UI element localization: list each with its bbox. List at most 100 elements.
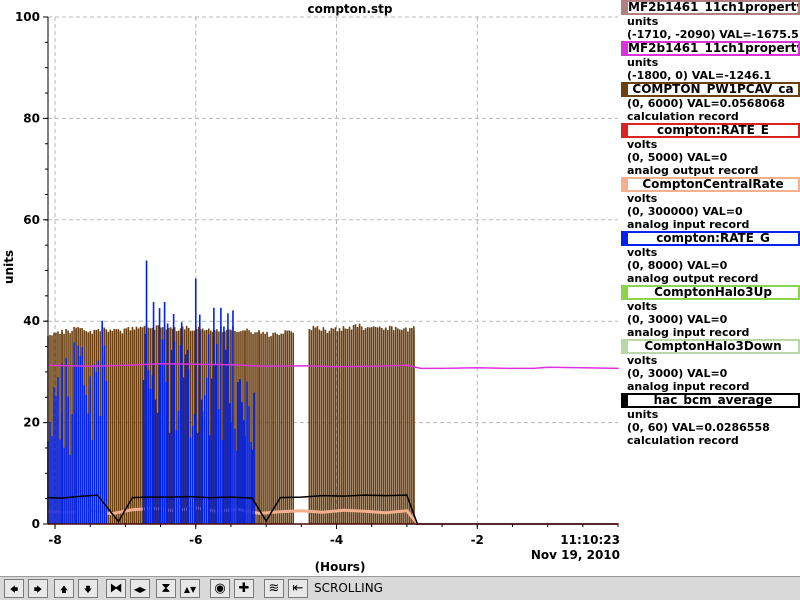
series-point	[230, 496, 232, 498]
legend-desc: analog input record	[627, 380, 750, 393]
legend-range: (-1800, 0) VAL=-1246.1	[627, 69, 772, 82]
series-point	[546, 366, 549, 369]
legend-unit: units	[627, 408, 659, 421]
series-point	[230, 364, 232, 366]
back-icon: ⇤	[292, 581, 304, 596]
series-point	[300, 365, 303, 367]
autoscale-icon: ≋	[268, 581, 280, 596]
zoom-in-horizontal-button[interactable]: ⧓	[106, 579, 126, 598]
series-point	[89, 365, 92, 368]
legend-name: MF2b1461_11ch1property.E	[621, 41, 800, 56]
series-point	[209, 496, 211, 499]
series-layer	[47, 260, 619, 525]
series-point	[131, 509, 134, 511]
legend-item[interactable]: COMPTON_PW1PCAV_ca (0, 6000) VAL=0.056806…	[621, 82, 800, 123]
legend-item[interactable]: MF2b1461_11ch1property.F units (-1710, -20…	[621, 0, 800, 41]
series-point	[384, 494, 387, 497]
legend-item[interactable]: MF2b1461_11ch1property.E units (-1800, 0) …	[621, 41, 800, 82]
pan-down-button[interactable]: 🡇	[78, 579, 98, 598]
x-tick-label: -6	[189, 533, 202, 547]
series-point	[279, 496, 282, 499]
x-axis-label: (Hours)	[314, 560, 366, 574]
zoom-out-horizontal-button[interactable]: ◀▶	[130, 579, 150, 598]
legend-range: (0, 8000) VAL=0	[627, 259, 728, 272]
legend-item[interactable]: ComptonHalo3Down volts (0, 3000) VAL=0 anal…	[621, 339, 800, 393]
legend-name: compton:RATE_E	[621, 123, 800, 138]
legend-unit: volts	[627, 246, 658, 259]
scroll-status: SCROLLING	[314, 581, 383, 595]
legend-unit: units	[627, 56, 659, 69]
series-point	[187, 495, 190, 498]
legend-item[interactable]: ComptonCentralRate volts (0, 300000) VAL=0…	[621, 177, 800, 231]
toolbar: 🡄 🡆 🡅 🡇 ⧓ ◀▶ ⧗ ▲▼ ◉ ✚ ≋ ⇤ SCROLLING	[0, 576, 800, 600]
series-point	[258, 512, 260, 515]
legend: MF2b1461_11ch1property.F units (-1710, -20…	[621, 0, 800, 447]
legend-name: COMPTON_PW1PCAV_ca	[621, 82, 800, 97]
zoom-in-vertical-button[interactable]: ⧗	[156, 579, 176, 598]
legend-item[interactable]: hac_bcm_average units (0, 60) VAL=0.028655…	[621, 393, 800, 447]
legend-item[interactable]: ComptonHalo3Up volts (0, 3000) VAL=0 analog…	[621, 285, 800, 339]
zoom-out-vertical-button[interactable]: ▲▼	[180, 579, 200, 598]
y-tick-label: 0	[32, 517, 40, 531]
legend-item[interactable]: compton:RATE_E volts (0, 5000) VAL=0 analog…	[621, 123, 800, 177]
series-point	[131, 496, 134, 499]
series-point	[441, 367, 443, 370]
series-point	[96, 494, 99, 496]
autoscale-button[interactable]: ≋	[264, 579, 284, 598]
legend-desc: analog output record	[627, 164, 759, 177]
series-point	[265, 365, 267, 368]
series-point	[61, 497, 63, 499]
series-point	[159, 362, 162, 365]
timestamp-time: 11:10:23	[560, 533, 620, 547]
pan-up-icon: 🡅	[59, 585, 69, 594]
legend-unit: volts	[627, 354, 658, 367]
zoom-out-horizontal-icon: ◀▶	[133, 585, 147, 594]
series-point	[300, 510, 303, 512]
series-point	[265, 520, 267, 522]
legend-item[interactable]: compton:RATE_G volts (0, 8000) VAL=0 analog…	[621, 231, 800, 285]
back-button[interactable]: ⇤	[288, 579, 308, 598]
legend-range: (0, 60) VAL=0.0286558	[627, 421, 770, 434]
legend-range: (0, 5000) VAL=0	[627, 151, 728, 164]
add-button[interactable]: ✚	[234, 579, 254, 598]
series-point	[145, 496, 148, 498]
legend-desc: calculation record	[627, 110, 739, 123]
legend-range: (0, 3000) VAL=0	[627, 367, 728, 380]
zoom-in-horizontal-icon: ⧓	[109, 581, 123, 596]
legend-unit: volts	[627, 300, 658, 313]
series-point	[476, 367, 479, 369]
series-point	[532, 367, 535, 370]
plot-area[interactable]: 0 20 40 60 80 100 -8 -6 -4 -2	[0, 0, 620, 576]
series-point	[511, 367, 514, 370]
series-point	[321, 511, 324, 514]
series-point	[420, 367, 422, 370]
y-tick-label: 100	[15, 10, 40, 24]
legend-range: (0, 300000) VAL=0	[627, 205, 743, 218]
legend-unit: volts	[627, 192, 658, 205]
series-point	[342, 495, 345, 497]
x-tick-label: -2	[471, 533, 484, 547]
series-compton-rate-g	[47, 260, 255, 524]
series-point	[363, 494, 366, 496]
legend-range: (0, 3000) VAL=0	[627, 313, 728, 326]
legend-name: ComptonHalo3Down	[621, 339, 800, 354]
series-point	[406, 364, 408, 367]
series-point	[617, 367, 619, 370]
pan-left-button[interactable]: 🡄	[4, 579, 24, 598]
add-icon: ✚	[238, 581, 250, 596]
series-point	[117, 520, 120, 523]
series-point	[321, 494, 324, 497]
series-point	[406, 510, 408, 512]
y-tick-label: 60	[23, 213, 40, 227]
legend-unit: units	[627, 15, 659, 28]
pan-up-button[interactable]: 🡅	[54, 579, 74, 598]
series-point	[335, 366, 338, 368]
pan-right-button[interactable]: 🡆	[28, 579, 48, 598]
y-tick-label: 20	[23, 416, 40, 430]
legend-range: (-1710, -2090) VAL=-1675.5	[627, 28, 799, 41]
record-button[interactable]: ◉	[210, 579, 230, 598]
series-point	[363, 510, 366, 513]
series-point	[124, 364, 127, 367]
pan-left-icon: 🡄	[9, 585, 19, 594]
legend-name: hac_bcm_average	[621, 393, 800, 408]
